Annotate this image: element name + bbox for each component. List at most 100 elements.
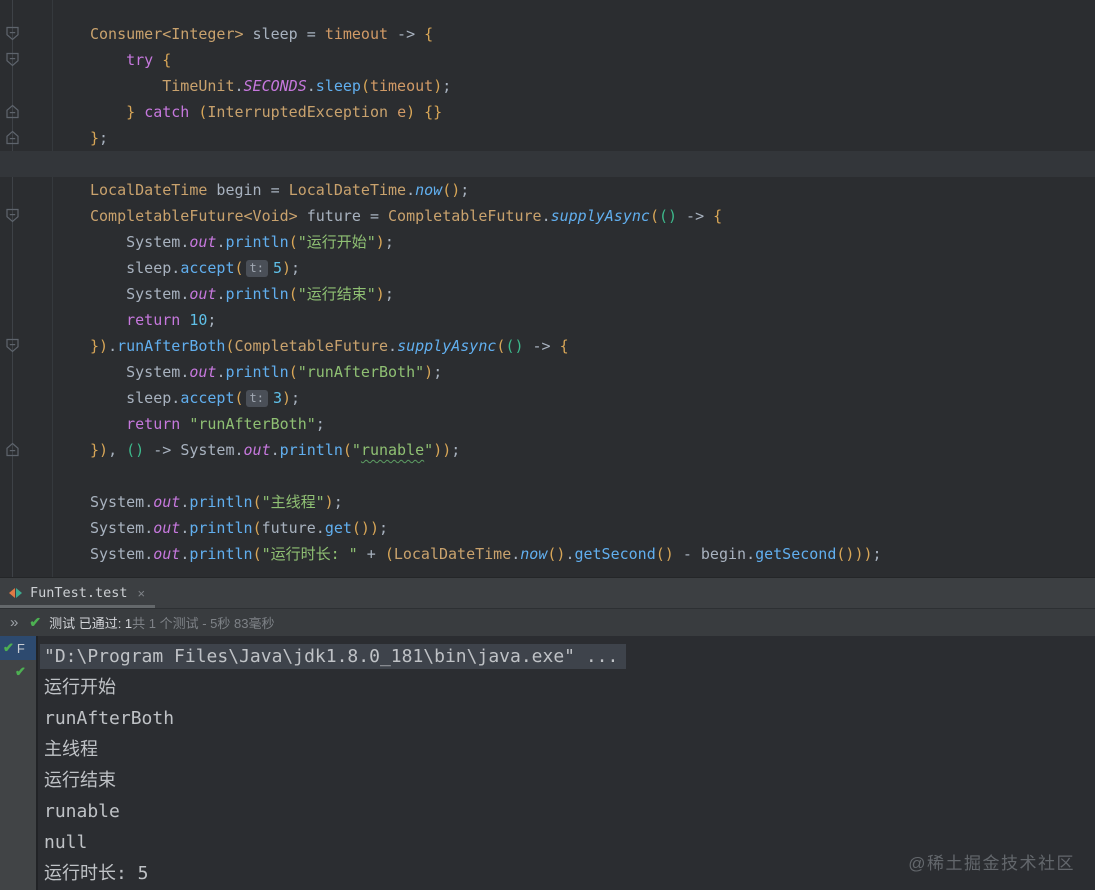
- code-line: }), () -> System.out.println("runable"))…: [90, 437, 882, 463]
- code-token: e: [397, 103, 407, 121]
- code-token: CompletableFuture: [388, 207, 542, 225]
- code-token: supplyAsync: [550, 207, 650, 225]
- code-token: sleep =: [243, 25, 325, 43]
- code-token: .: [144, 519, 154, 537]
- fold-marker-icon[interactable]: [5, 208, 20, 223]
- code-lines: Consumer<Integer> sleep = timeout -> { t…: [90, 21, 882, 567]
- code-token: out: [153, 545, 181, 563]
- code-token: ->: [144, 441, 181, 459]
- junit-run-config-icon: [9, 588, 22, 598]
- tab-funtest-test[interactable]: FunTest.test ×: [0, 578, 156, 608]
- console-line: 运行开始: [44, 677, 116, 698]
- fold-marker-icon[interactable]: [5, 130, 20, 145]
- code-token: 5: [272, 259, 283, 277]
- console-line: 主线程: [44, 739, 98, 760]
- code-token: runable: [360, 441, 425, 459]
- code-token: System: [126, 285, 181, 303]
- watermark: @稀土掘金技术社区: [908, 854, 1075, 873]
- code-token: "运行时长: ": [261, 545, 358, 563]
- console-line: runAfterBoth: [44, 708, 175, 729]
- fold-marker-icon[interactable]: [5, 338, 20, 353]
- code-token: println: [225, 363, 289, 381]
- code-token: (): [505, 337, 524, 355]
- gutter-separator: [52, 0, 53, 577]
- code-token: ;: [379, 519, 389, 537]
- code-token: .: [108, 337, 118, 355]
- test-passed-check-icon: ✔: [15, 664, 26, 679]
- code-token: runAfterBoth: [117, 337, 226, 355]
- fold-marker-icon[interactable]: [5, 442, 20, 457]
- code-token: TimeUnit: [162, 77, 235, 95]
- code-line: sleep.accept(t: 5);: [90, 255, 882, 281]
- code-token: "runAfterBoth": [189, 415, 316, 433]
- code-token: timeout: [324, 25, 389, 43]
- code-token: supplyAsync: [397, 337, 497, 355]
- console-line: null: [44, 832, 88, 853]
- run-panel-tab-bar: FunTest.test ×: [0, 577, 1095, 608]
- code-token: .: [541, 207, 551, 225]
- code-token: future =: [297, 207, 389, 225]
- ide-window: Consumer<Integer> sleep = timeout -> { t…: [0, 0, 1095, 890]
- code-token: CompletableFuture: [234, 337, 389, 355]
- status-passed-text: 测试 已通过: 1: [49, 616, 133, 631]
- code-token: .: [511, 545, 521, 563]
- code-token: InterruptedException: [207, 103, 389, 121]
- code-line: sleep.accept(t: 3);: [90, 385, 882, 411]
- expand-chevrons-icon[interactable]: »: [10, 614, 18, 631]
- gutter-fold-line: [12, 0, 13, 577]
- code-token: }): [90, 441, 109, 459]
- code-token: (): [126, 441, 145, 459]
- test-tree[interactable]: ✔ F ✔: [0, 636, 38, 890]
- code-token: .: [171, 389, 181, 407]
- test-tree-node[interactable]: ✔ F: [0, 636, 36, 660]
- code-token: (: [649, 207, 659, 225]
- code-token: .: [315, 519, 325, 537]
- code-token: future: [261, 519, 316, 537]
- status-detail-text: 共 1 个测试 - 5秒 83毫秒: [132, 616, 275, 631]
- code-token: .: [388, 337, 398, 355]
- code-editor[interactable]: Consumer<Integer> sleep = timeout -> { t…: [0, 0, 1095, 577]
- code-token: ;: [451, 441, 461, 459]
- code-token: ;: [333, 493, 343, 511]
- fold-marker-icon[interactable]: [5, 26, 20, 41]
- code-line: } catch (InterruptedException e) {}: [90, 99, 882, 125]
- code-token: sleep: [126, 259, 172, 277]
- console-area: ✔ F ✔ "D:\Program Files\Java\jdk1.8.0_181\…: [0, 636, 1095, 890]
- code-token: (): [547, 545, 566, 563]
- code-token: .: [180, 233, 190, 251]
- code-token: return: [126, 311, 181, 329]
- code-token: System: [180, 441, 235, 459]
- code-token: CompletableFuture<Void>: [90, 207, 298, 225]
- code-token: {: [424, 25, 434, 43]
- code-token: begin =: [207, 181, 289, 199]
- fold-marker-icon[interactable]: [5, 104, 20, 119]
- code-token: out: [153, 519, 181, 537]
- code-token: out: [243, 441, 271, 459]
- code-token: ): [282, 259, 292, 277]
- code-token: get: [324, 519, 352, 537]
- code-token: ;: [384, 233, 394, 251]
- console-output[interactable]: "D:\Program Files\Java\jdk1.8.0_181\bin\…: [40, 641, 627, 889]
- code-token: (: [252, 519, 262, 537]
- code-token: )): [433, 441, 452, 459]
- code-token: (: [252, 545, 262, 563]
- code-token: ): [282, 389, 292, 407]
- fold-marker-icon[interactable]: [5, 52, 20, 67]
- code-token: (: [288, 233, 298, 251]
- tab-label: FunTest.test: [30, 585, 128, 601]
- code-token: accept: [180, 259, 235, 277]
- close-icon[interactable]: ×: [138, 586, 146, 601]
- code-token: out: [153, 493, 181, 511]
- test-tree-node[interactable]: ✔: [0, 660, 36, 684]
- console-line: runable: [44, 801, 120, 822]
- code-token: (: [288, 363, 298, 381]
- code-token: ;: [99, 129, 109, 147]
- console-line: 运行结束: [44, 770, 116, 791]
- code-token: (): [442, 181, 461, 199]
- code-token: out: [189, 285, 217, 303]
- code-token: accept: [180, 389, 235, 407]
- code-token: 10: [189, 311, 208, 329]
